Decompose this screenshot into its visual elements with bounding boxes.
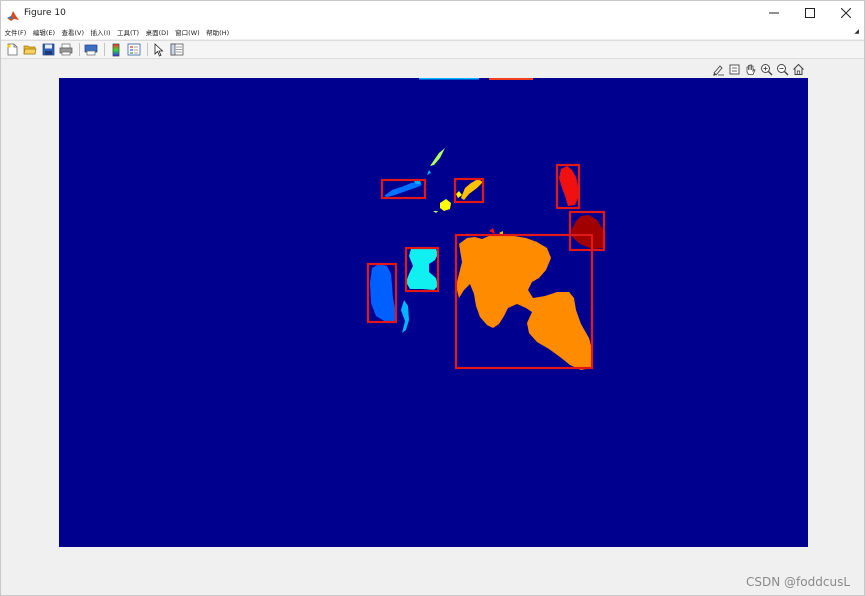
zoom-out-button[interactable] bbox=[775, 62, 790, 77]
top-edge-region bbox=[489, 78, 533, 80]
menu-window[interactable]: 窗口(W) bbox=[172, 27, 203, 37]
brush-icon bbox=[713, 65, 724, 76]
minimize-icon bbox=[769, 12, 779, 13]
close-icon bbox=[841, 7, 851, 18]
label-image-plot[interactable] bbox=[59, 78, 808, 547]
menu-bar: 文件(F) 编辑(E) 查看(V) 插入(I) 工具(T) 桌面(D) 窗口(W… bbox=[1, 24, 864, 39]
open-file-icon bbox=[23, 45, 37, 55]
edit-plot-button[interactable] bbox=[151, 42, 167, 57]
print-icon bbox=[59, 43, 73, 56]
pan-button[interactable] bbox=[743, 62, 758, 77]
maximize-button[interactable] bbox=[792, 1, 828, 24]
data-tip-button[interactable] bbox=[727, 62, 742, 77]
colorbar-icon bbox=[112, 43, 120, 56]
watermark-text: CSDN @foddcusL bbox=[746, 575, 850, 589]
toolbar-separator bbox=[104, 43, 105, 56]
property-inspector-icon bbox=[170, 43, 184, 56]
save-icon bbox=[42, 43, 54, 56]
minimize-button[interactable] bbox=[756, 1, 792, 24]
zoom-in-button[interactable] bbox=[759, 62, 774, 77]
open-file-button[interactable] bbox=[22, 42, 38, 57]
maximize-icon bbox=[805, 7, 815, 18]
figure-window: Figure 10 文件(F) 编辑(E) 查看(V) 插入(I) 工具(T) … bbox=[0, 0, 865, 596]
toolbar-separator bbox=[147, 43, 148, 56]
home-button[interactable] bbox=[791, 62, 806, 77]
home-icon bbox=[793, 63, 804, 75]
menu-insert[interactable]: 插入(I) bbox=[87, 27, 114, 37]
toolbar-separator bbox=[79, 43, 80, 56]
matlab-logo-icon bbox=[7, 7, 19, 21]
data-tip-icon bbox=[729, 64, 740, 75]
save-button[interactable] bbox=[40, 42, 56, 57]
print-preview-icon bbox=[84, 44, 98, 56]
pointer-icon bbox=[154, 42, 164, 57]
top-edge-region bbox=[419, 78, 479, 80]
menu-tools[interactable]: 工具(T) bbox=[114, 27, 143, 37]
figure-canvas: CSDN @foddcusL bbox=[1, 59, 864, 595]
new-figure-button[interactable] bbox=[4, 42, 20, 57]
menu-help[interactable]: 帮助(H) bbox=[203, 27, 232, 37]
menu-view[interactable]: 查看(V) bbox=[58, 27, 87, 37]
title-bar[interactable]: Figure 10 bbox=[1, 1, 864, 24]
zoom-out-icon bbox=[777, 64, 789, 76]
insert-colorbar-button[interactable] bbox=[108, 42, 124, 57]
new-figure-icon bbox=[6, 43, 17, 56]
zoom-in-icon bbox=[761, 64, 773, 76]
property-inspector-button[interactable] bbox=[169, 42, 185, 57]
window-controls bbox=[756, 1, 864, 24]
plot-background bbox=[59, 78, 808, 547]
menu-edit[interactable]: 编辑(E) bbox=[29, 27, 58, 37]
menu-file[interactable]: 文件(F) bbox=[1, 27, 29, 37]
menu-overflow-icon[interactable]: ◢ bbox=[854, 28, 859, 35]
insert-legend-button[interactable] bbox=[126, 42, 142, 57]
close-button[interactable] bbox=[828, 1, 864, 24]
legend-icon bbox=[127, 43, 141, 56]
menu-desktop[interactable]: 桌面(D) bbox=[142, 27, 172, 37]
axes-toolbar bbox=[710, 62, 806, 77]
print-preview-button[interactable] bbox=[83, 42, 99, 57]
print-button[interactable] bbox=[58, 42, 74, 57]
brush-button[interactable] bbox=[711, 62, 726, 77]
figure-toolbar bbox=[1, 40, 864, 59]
window-title: Figure 10 bbox=[24, 7, 66, 18]
pan-icon bbox=[746, 64, 756, 75]
